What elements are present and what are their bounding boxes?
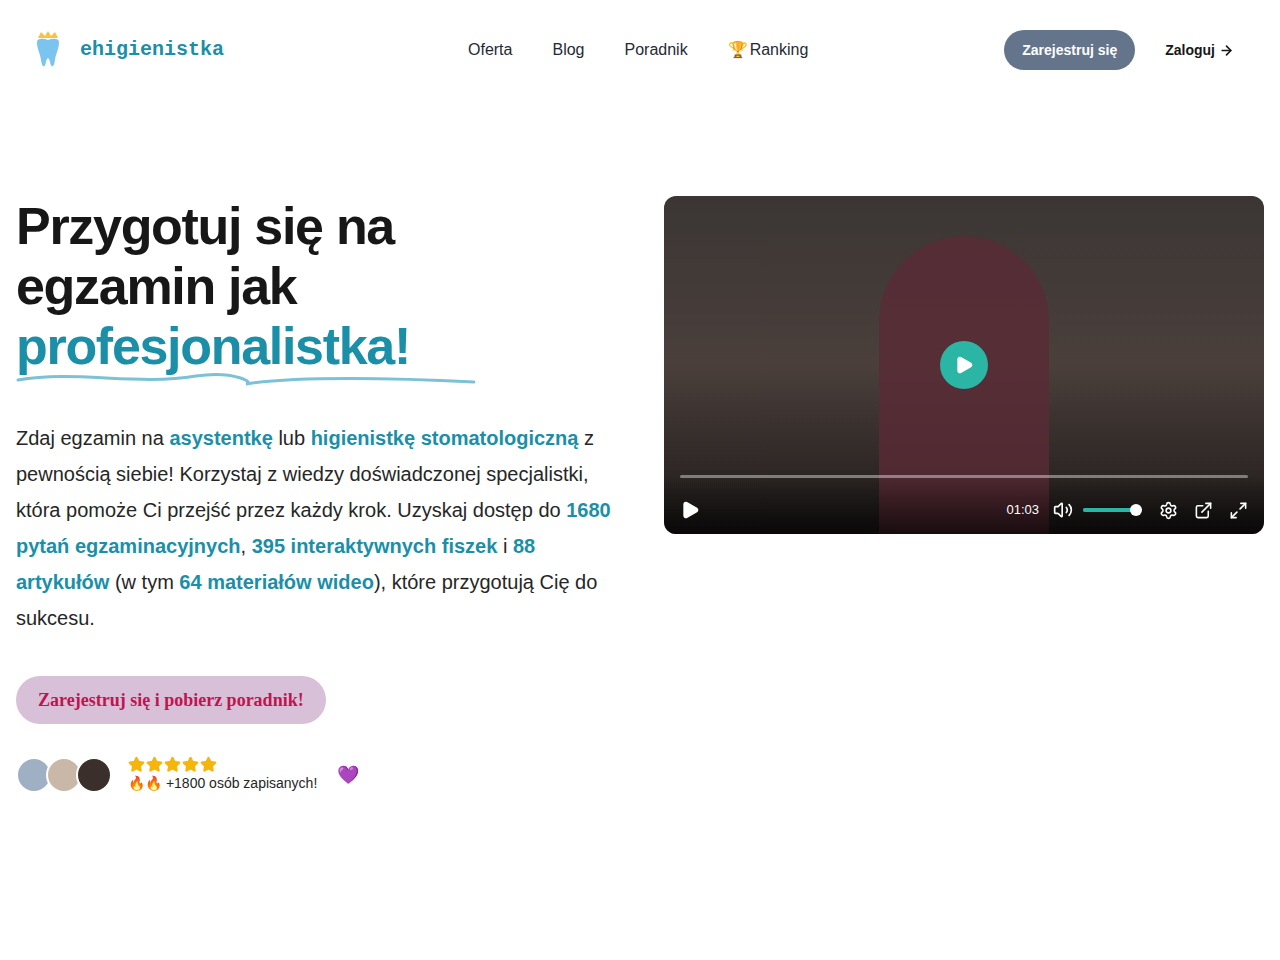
heart-icon: 💜 (337, 762, 359, 789)
star-icon (200, 756, 217, 773)
main-nav: Oferta Blog Poradnik 🏆Ranking (468, 38, 808, 62)
video-player[interactable]: 01:03 (664, 196, 1264, 534)
avatar (76, 757, 112, 793)
signup-count: 🔥🔥 +1800 osób zapisanych! (128, 773, 317, 794)
cta-button[interactable]: Zarejestruj się i pobierz poradnik! (16, 676, 326, 724)
popout-button[interactable] (1194, 501, 1213, 520)
volume-slider[interactable] (1083, 508, 1139, 512)
play-button[interactable] (680, 500, 700, 520)
hero: Przygotuj się naegzamin jakprofesjonalis… (0, 100, 1280, 794)
nav-link[interactable]: Oferta (468, 38, 512, 62)
popout-icon (1194, 501, 1213, 520)
logo-text: ehigienistka (80, 35, 224, 65)
star-icon (182, 756, 199, 773)
hero-text: Przygotuj się naegzamin jakprofesjonalis… (16, 196, 626, 794)
nav-link[interactable]: 🏆Ranking (728, 38, 809, 62)
page: ehigienistka Oferta Blog Poradnik 🏆Ranking Za… (0, 0, 1280, 960)
logo[interactable]: ehigienistka (34, 30, 454, 70)
trophy-icon: 🏆 (728, 38, 748, 62)
nav-link[interactable]: Poradnik (625, 38, 688, 62)
play-icon (680, 500, 700, 520)
volume-icon (1053, 500, 1073, 520)
star-icon (128, 756, 145, 773)
login-link[interactable]: Zaloguj (1165, 40, 1234, 61)
gear-icon (1159, 501, 1178, 520)
register-button[interactable]: Zarejestruj się (1004, 30, 1135, 70)
hero-description: Zdaj egzamin na asystentkę lub higienist… (16, 420, 626, 636)
video-time: 01:03 (1006, 500, 1039, 520)
progress-track[interactable] (680, 475, 1248, 478)
star-rating (128, 756, 317, 773)
hero-title: Przygotuj się naegzamin jakprofesjonalis… (16, 196, 626, 376)
video-controls: 01:03 (664, 475, 1264, 534)
big-play-button[interactable] (940, 341, 988, 389)
nav-link[interactable]: Blog (552, 38, 584, 62)
mute-button[interactable] (1053, 500, 1073, 520)
star-icon (164, 756, 181, 773)
fullscreen-icon (1229, 501, 1248, 520)
tooth-logo-icon (34, 30, 62, 70)
star-icon (146, 756, 163, 773)
social-proof: 🔥🔥 +1800 osób zapisanych! 💜 (16, 756, 626, 794)
arrow-right-icon (1219, 43, 1234, 58)
play-icon (954, 355, 974, 375)
settings-button[interactable] (1159, 501, 1178, 520)
fullscreen-button[interactable] (1229, 501, 1248, 520)
header: ehigienistka Oferta Blog Poradnik 🏆Ranking Za… (0, 0, 1280, 100)
